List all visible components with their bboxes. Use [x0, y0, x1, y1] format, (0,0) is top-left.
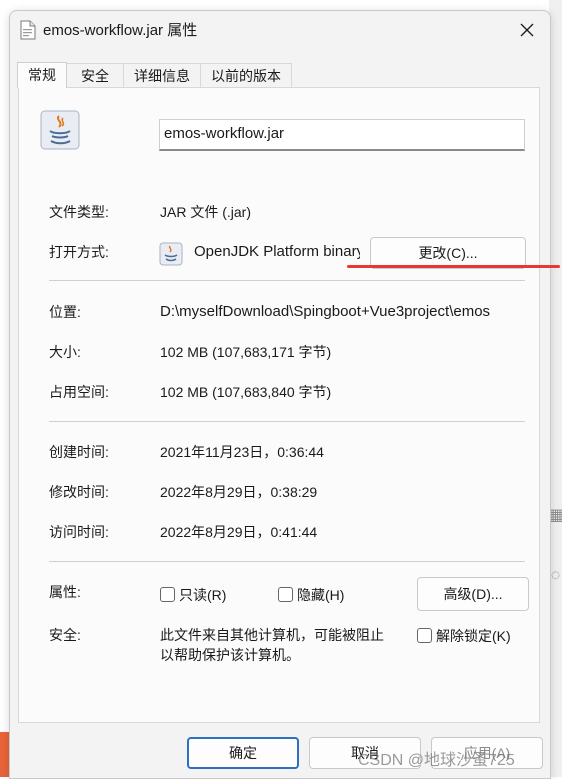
- tab-bar: 常规 安全 详细信息 以前的版本: [17, 62, 292, 88]
- separator: [49, 280, 525, 281]
- file-icon: [20, 20, 36, 40]
- advanced-button[interactable]: 高级(D)...: [417, 577, 529, 611]
- window-title: emos-workflow.jar 属性: [43, 22, 198, 39]
- created-label: 创建时间:: [49, 444, 109, 460]
- created-value: 2021年11月23日，0:36:44: [160, 444, 324, 460]
- unblock-label[interactable]: 解除锁定(K): [436, 626, 511, 646]
- tab-security[interactable]: 安全: [66, 63, 124, 88]
- readonly-label[interactable]: 只读(R): [179, 585, 226, 605]
- unblock-checkbox[interactable]: [417, 628, 432, 643]
- tab-general[interactable]: 常规: [17, 62, 67, 88]
- security-text-line1: 此文件来自其他计算机，可能被阻止: [160, 627, 384, 643]
- watermark-text: CSDN @地球沙蚤725: [358, 752, 515, 769]
- separator: [49, 421, 525, 422]
- location-label: 位置:: [49, 304, 81, 320]
- file-name-input[interactable]: emos-workflow.jar: [159, 119, 525, 151]
- security-label: 安全:: [49, 627, 81, 643]
- modified-label: 修改时间:: [49, 484, 109, 500]
- hidden-label[interactable]: 隐藏(H): [297, 585, 344, 605]
- close-button[interactable]: [504, 11, 550, 49]
- openjdk-app-icon: [159, 242, 183, 266]
- size-on-disk-label: 占用空间:: [49, 384, 109, 400]
- security-text-line2: 以帮助保护该计算机。: [160, 647, 300, 663]
- open-with-value: OpenJDK Platform binary: [194, 243, 360, 260]
- location-value: D:\myselfDownload\Spingboot+Vue3project\…: [160, 303, 491, 320]
- accessed-value: 2022年8月29日，0:41:44: [160, 524, 318, 540]
- size-value: 102 MB (107,683,171 字节): [160, 344, 332, 360]
- open-with-label: 打开方式:: [49, 244, 109, 260]
- title-bar[interactable]: emos-workflow.jar 属性: [10, 11, 550, 51]
- close-icon: [520, 23, 534, 37]
- hidden-checkbox[interactable]: [278, 587, 293, 602]
- file-type-value: JAR 文件 (.jar): [160, 204, 251, 220]
- properties-dialog: emos-workflow.jar 属性 常规 安全 详细信息 以前的版本 em…: [9, 10, 551, 779]
- general-panel: emos-workflow.jar 文件类型: JAR 文件 (.jar) 打开…: [18, 87, 540, 723]
- separator: [49, 561, 525, 562]
- accessed-label: 访问时间:: [49, 524, 109, 540]
- size-on-disk-value: 102 MB (107,683,840 字节): [160, 384, 332, 400]
- ok-button[interactable]: 确定: [187, 737, 299, 769]
- java-jar-icon: [40, 110, 80, 150]
- file-type-label: 文件类型:: [49, 204, 109, 220]
- size-label: 大小:: [49, 344, 81, 360]
- annotation-underline: [347, 265, 560, 268]
- tab-details[interactable]: 详细信息: [123, 63, 201, 88]
- tab-previous-versions[interactable]: 以前的版本: [200, 63, 292, 88]
- readonly-checkbox[interactable]: [160, 587, 175, 602]
- attributes-label: 属性:: [49, 584, 81, 600]
- modified-value: 2022年8月29日，0:38:29: [160, 484, 318, 500]
